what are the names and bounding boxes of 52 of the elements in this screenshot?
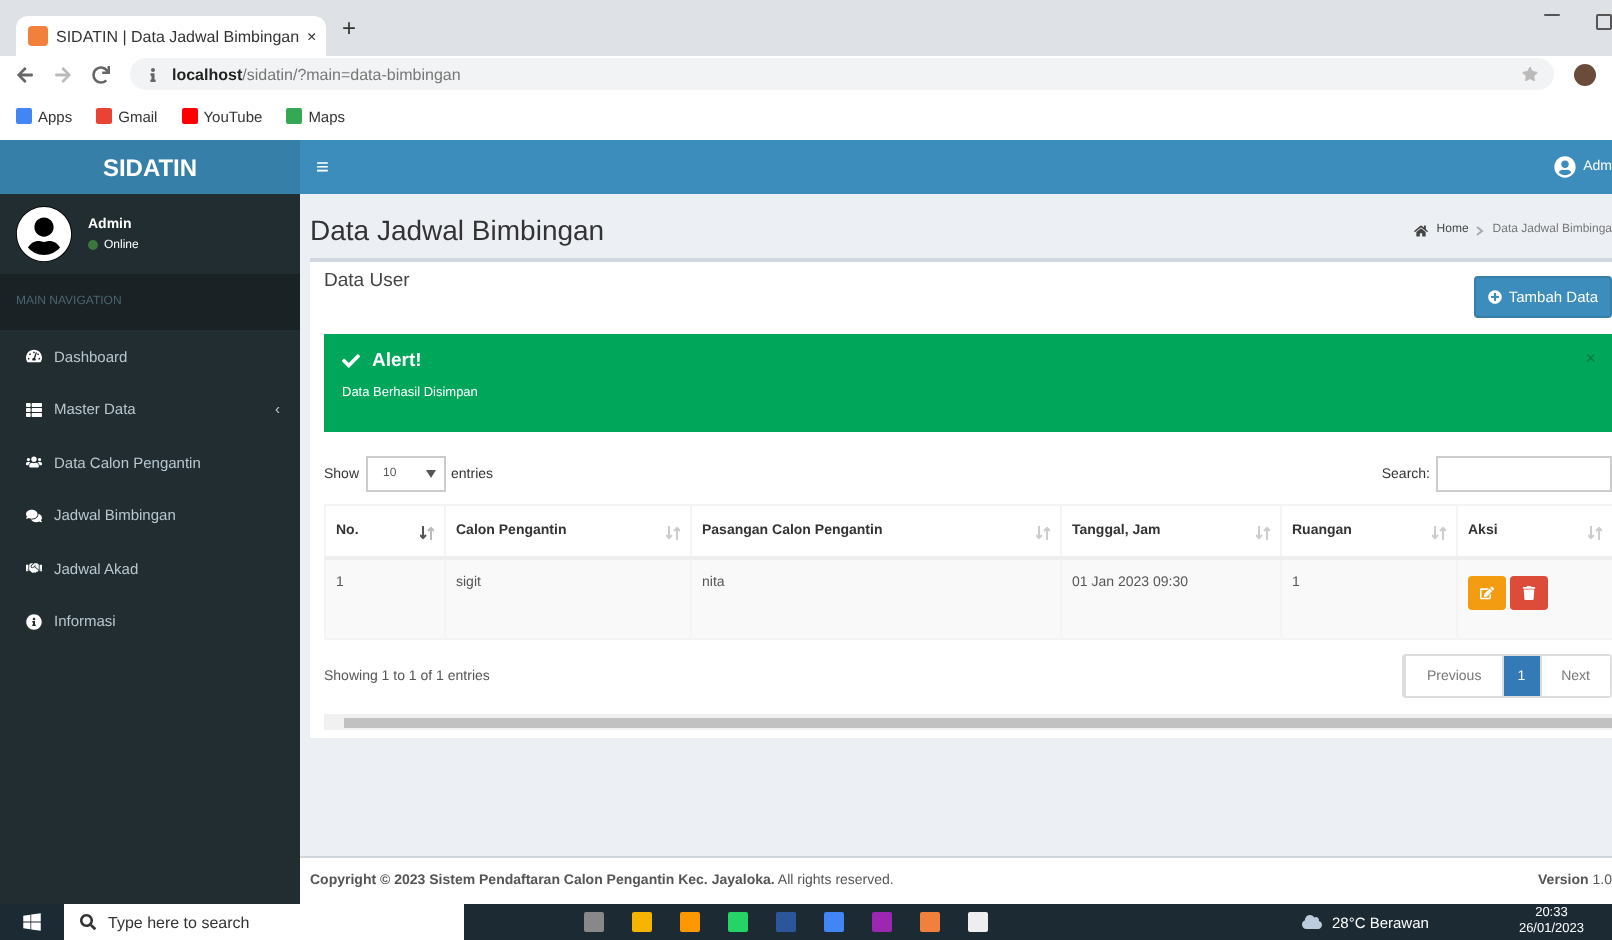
taskbar-app-icon[interactable] <box>872 912 892 932</box>
delete-button[interactable] <box>1510 576 1548 610</box>
taskbar-app-icon[interactable] <box>968 912 988 932</box>
plus-icon <box>1488 290 1503 304</box>
page-title: Data Jadwal Bimbingan <box>310 214 605 246</box>
nav-icon <box>26 613 42 630</box>
minimize-icon[interactable] <box>1544 14 1560 16</box>
trash-icon <box>1522 586 1536 600</box>
nav-icon <box>26 401 42 418</box>
search-icon <box>80 914 96 930</box>
nav-icon <box>26 348 42 365</box>
home-icon <box>1414 223 1429 237</box>
taskbar-app-icon[interactable] <box>824 912 844 932</box>
taskbar-app-icon[interactable] <box>920 912 940 932</box>
restore-icon[interactable] <box>1596 14 1612 30</box>
taskbar-app-icon[interactable] <box>680 912 700 932</box>
edit-button[interactable] <box>1468 576 1506 610</box>
reload-icon[interactable] <box>92 65 110 83</box>
tab-close-button[interactable]: × <box>307 27 317 45</box>
bookmark-star-icon[interactable] <box>1522 66 1538 82</box>
back-icon[interactable] <box>16 65 34 83</box>
taskbar-app-icon[interactable] <box>584 912 604 932</box>
edit-icon <box>1480 586 1494 600</box>
tab-title: SIDATIN | Data Jadwal Bimbingan <box>56 27 300 45</box>
start-icon[interactable] <box>22 912 42 932</box>
card-title: Data User <box>324 270 410 292</box>
new-tab-button[interactable]: + <box>342 14 357 42</box>
address-bar[interactable]: localhost/sidatin/?main=data-bimbingan <box>130 58 1554 90</box>
weather-icon <box>1302 912 1322 932</box>
info-icon <box>146 67 160 81</box>
browser-tab[interactable]: SIDATIN | Data Jadwal Bimbingan × <box>16 16 326 56</box>
taskbar-app-icon[interactable] <box>728 912 748 932</box>
menu-toggle[interactable]: ≡ <box>316 155 329 179</box>
user-icon <box>1553 156 1576 178</box>
user-avatar-icon <box>16 206 72 262</box>
taskbar-app-icon[interactable] <box>632 912 652 932</box>
forward-icon[interactable] <box>54 65 72 83</box>
breadcrumb-separator-icon <box>1476 225 1485 235</box>
status-dot <box>88 240 98 250</box>
taskbar-search-field[interactable]: Type here to search <box>64 904 464 940</box>
taskbar-app-icon[interactable] <box>776 912 796 932</box>
horizontal-scrollbar[interactable] <box>324 714 1612 730</box>
check-icon <box>342 352 360 370</box>
nav-icon <box>26 507 42 524</box>
nav-icon <box>26 560 42 577</box>
alert-title: Alert! <box>372 350 422 372</box>
profile-avatar[interactable] <box>1574 63 1596 85</box>
dropdown-caret-icon <box>425 470 436 478</box>
favicon-icon <box>28 26 48 46</box>
app-logo: SIDATIN <box>0 140 300 194</box>
nav-icon <box>26 454 42 471</box>
search-field[interactable] <box>1436 456 1612 492</box>
